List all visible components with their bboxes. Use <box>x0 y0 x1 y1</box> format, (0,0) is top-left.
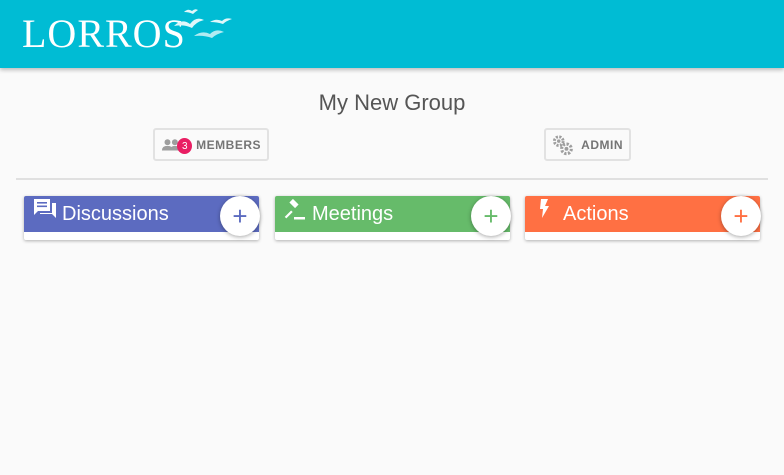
divider <box>16 178 768 180</box>
actions-card[interactable]: Actions + <box>525 196 761 240</box>
forum-icon <box>34 199 56 218</box>
add-discussion-button[interactable]: + <box>220 196 260 236</box>
add-action-button[interactable]: + <box>721 196 761 236</box>
add-meeting-button[interactable]: + <box>471 196 511 236</box>
logo-text: LORROS <box>22 11 186 56</box>
members-button[interactable]: 3 MEMBERS <box>153 128 269 161</box>
flash-icon <box>540 199 549 218</box>
admin-label: ADMIN <box>581 137 623 152</box>
top-app-bar: LORROS <box>0 0 784 68</box>
admin-button[interactable]: ADMIN <box>544 128 631 161</box>
gavel-icon <box>284 199 305 220</box>
gears-icon <box>552 134 573 155</box>
meetings-card[interactable]: Meetings + <box>275 196 511 240</box>
members-label: MEMBERS <box>196 137 261 152</box>
members-count-badge: 3 <box>177 138 193 154</box>
discussions-card[interactable]: Discussions + <box>24 196 260 240</box>
meetings-title: Meetings <box>312 202 394 225</box>
group-title: My New Group <box>318 90 466 115</box>
discussions-title: Discussions <box>62 202 169 225</box>
actions-title: Actions <box>563 202 629 225</box>
logo[interactable]: LORROS <box>22 6 232 56</box>
birds-icon <box>174 9 232 38</box>
